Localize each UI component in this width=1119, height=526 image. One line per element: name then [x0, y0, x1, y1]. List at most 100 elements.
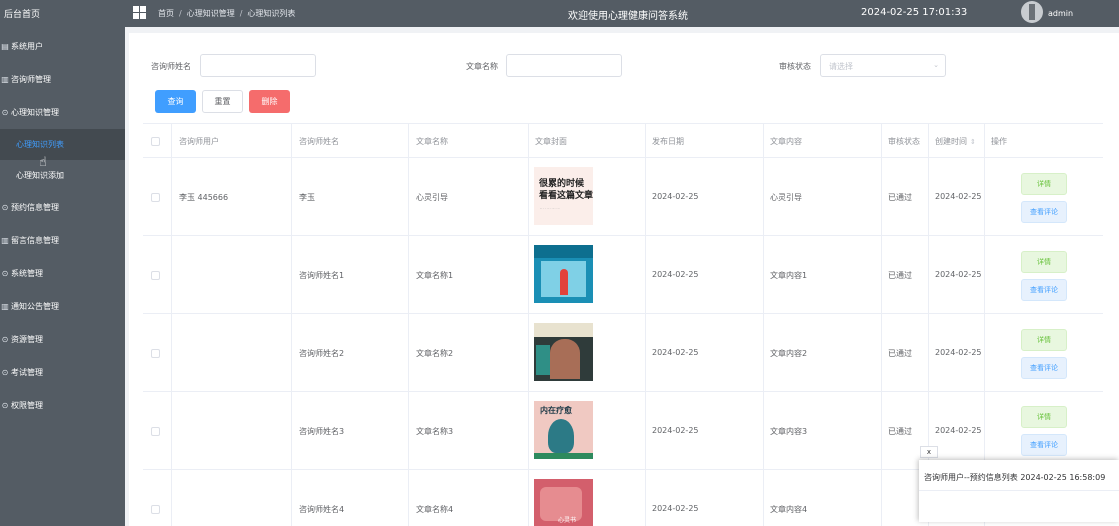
cover-title: 心灵书: [558, 517, 577, 524]
sidebar-subitem-knowledge-list[interactable]: 心理知识列表: [0, 129, 125, 160]
detail-button[interactable]: 详情: [1021, 251, 1067, 273]
col-counselor-user: 咨询师用户: [179, 137, 219, 146]
col-article-content: 文章内容: [770, 137, 802, 146]
detail-button[interactable]: 详情: [1021, 406, 1067, 428]
detail-button[interactable]: 详情: [1021, 173, 1067, 195]
cell-publish-date: 2024-02-25: [652, 426, 699, 435]
cell-counselor-name: 咨询师姓名3: [299, 427, 345, 436]
select-all-checkbox[interactable]: [151, 137, 160, 146]
sidebar-item-knowledge[interactable]: ⊙ 心理知识管理: [0, 96, 125, 129]
article-name-input[interactable]: [506, 54, 622, 77]
review-status-select[interactable]: 请选择 ⌄: [820, 54, 946, 77]
view-comments-button[interactable]: 查看评论: [1021, 201, 1067, 223]
sidebar-item-system[interactable]: ⊙ 系统管理: [0, 257, 125, 290]
settings-icon: ⊙: [1, 269, 9, 278]
cell-counselor-name: 咨询师姓名4: [299, 505, 345, 514]
article-cover-image[interactable]: 心灵书: [534, 479, 593, 526]
col-review-status: 审核状态: [888, 137, 920, 146]
col-article-cover: 文章封面: [535, 137, 567, 146]
review-status-label: 审核状态: [779, 62, 811, 71]
cell-article-name: 文章名称4: [416, 505, 454, 514]
cell-article-content: 文章内容2: [770, 349, 808, 358]
view-comments-button[interactable]: 查看评论: [1021, 357, 1067, 379]
sidebar-subitem-knowledge-add[interactable]: 心理知识添加: [0, 160, 125, 191]
article-cover-image[interactable]: 内在疗愈: [534, 401, 593, 459]
detail-button[interactable]: 详情: [1021, 329, 1067, 351]
cell-counselor-name: 咨询师姓名2: [299, 349, 345, 358]
row-checkbox[interactable]: [151, 193, 160, 202]
query-button[interactable]: 查询: [155, 90, 196, 113]
lock-icon: ⊙: [1, 401, 9, 410]
cell-review-status: 已通过: [888, 193, 912, 202]
cover-title: 很累的时候 看看这篇文章: [539, 179, 593, 201]
breadcrumb-home[interactable]: 首页: [158, 9, 174, 18]
message-icon: ▥: [1, 236, 9, 245]
sidebar-item-message[interactable]: ▥ 留言信息管理: [0, 224, 125, 257]
cell-article-name: 文章名称3: [416, 427, 454, 436]
menu-toggle-icon[interactable]: [133, 6, 146, 19]
sidebar-item-resource[interactable]: ⊙ 资源管理: [0, 323, 125, 356]
table-row: 咨询师姓名2 文章名称2 2024-02-25 文章内容2 已通过 2024-0…: [143, 314, 1103, 392]
sidebar-item-counselor[interactable]: ▥ 咨询师管理: [0, 63, 125, 96]
table-row: 咨询师姓名1 文章名称1 2024-02-25 文章内容1 已通过 2024-0…: [143, 236, 1103, 314]
cell-article-name: 心灵引导: [416, 193, 448, 202]
cell-publish-date: 2024-02-25: [652, 192, 699, 201]
cell-counselor-name: 咨询师姓名1: [299, 271, 345, 280]
pointer-cursor-icon: ☝: [39, 155, 47, 170]
cell-created-time: 2024-02-25 16: [935, 270, 984, 279]
top-header: 首页 / 心理知识管理 / 心理知识列表 欢迎使用心理健康问答系统 2024-02-25…: [125, 0, 1119, 27]
row-checkbox[interactable]: [151, 505, 160, 514]
sidebar: 后台首页 ▤ 系统用户 ▥ 咨询师管理 ⊙ 心理知识管理 心理知识列表 心理知识…: [0, 0, 125, 526]
cell-article-content: 文章内容3: [770, 427, 808, 436]
sidebar-item-appointment[interactable]: ⊙ 预约信息管理: [0, 191, 125, 224]
sidebar-item-label: 考试管理: [11, 368, 43, 377]
sidebar-item-label: 留言信息管理: [11, 236, 59, 245]
counselor-name-input[interactable]: [200, 54, 316, 77]
view-comments-button[interactable]: 查看评论: [1021, 279, 1067, 301]
sidebar-item-permission[interactable]: ⊙ 权限管理: [0, 389, 125, 422]
cell-review-status: 已通过: [888, 427, 912, 436]
chevron-down-icon: ⌄: [933, 61, 939, 69]
sidebar-item-label: 资源管理: [11, 335, 43, 344]
folder-icon: ▥: [1, 75, 9, 84]
row-checkbox[interactable]: [151, 349, 160, 358]
cell-created-time: 2024-02-25 16: [935, 426, 984, 435]
delete-button[interactable]: 删除: [249, 90, 290, 113]
counselor-name-label: 咨询师姓名: [151, 62, 191, 71]
col-publish-date: 发布日期: [652, 137, 684, 146]
cover-title: 内在疗愈: [540, 406, 572, 415]
cell-article-content: 心灵引导: [770, 193, 802, 202]
sidebar-item-label: 咨询师管理: [11, 75, 51, 84]
row-checkbox[interactable]: [151, 271, 160, 280]
cell-publish-date: 2024-02-25: [652, 348, 699, 357]
col-article-name: 文章名称: [416, 137, 448, 146]
col-counselor-name: 咨询师姓名: [299, 137, 339, 146]
col-created-time[interactable]: 创建时间 ⇕: [935, 136, 976, 147]
breadcrumb-section[interactable]: 心理知识管理: [187, 9, 235, 18]
sidebar-item-notice[interactable]: ▥ 通知公告管理: [0, 290, 125, 323]
bell-icon: ▥: [1, 302, 9, 311]
cell-created-time: 2024-02-25 16: [935, 192, 984, 201]
exam-icon: ⊙: [1, 368, 9, 377]
breadcrumb: 首页 / 心理知识管理 / 心理知识列表: [158, 9, 296, 18]
article-cover-image[interactable]: [534, 323, 593, 381]
view-comments-button[interactable]: 查看评论: [1021, 434, 1067, 456]
article-name-label: 文章名称: [466, 62, 498, 71]
article-cover-image[interactable]: [534, 245, 593, 303]
sidebar-item-system-users[interactable]: ▤ 系统用户: [0, 30, 125, 63]
select-placeholder: 请选择: [829, 62, 853, 71]
notification-popup[interactable]: 咨询师用户--预约信息列表 2024-02-25 16:58:09: [919, 460, 1119, 522]
reset-button[interactable]: 重置: [202, 90, 243, 113]
notification-close-button[interactable]: x: [920, 446, 938, 458]
actions-column: 详情 查看评论 详情 查看评论 详情 查看评论 详情 查看评论: [985, 0, 1104, 526]
sidebar-item-exam[interactable]: ⊙ 考试管理: [0, 356, 125, 389]
sidebar-home[interactable]: 后台首页: [0, 0, 125, 30]
article-cover-image[interactable]: 很累的时候 看看这篇文章 -- - - -- - -- - --: [534, 167, 593, 225]
sort-icon: ⇕: [970, 138, 976, 146]
table-row: 李玉 445666 李玉 心灵引导 很累的时候 看看这篇文章 -- - - -- …: [143, 158, 1103, 236]
row-checkbox[interactable]: [151, 427, 160, 436]
sidebar-item-label: 通知公告管理: [11, 302, 59, 311]
cell-article-name: 文章名称2: [416, 349, 454, 358]
table-row: 咨询师姓名3 文章名称3 内在疗愈 2024-02-25 文章内容3 已通过 2…: [143, 392, 1103, 470]
sidebar-item-label: 权限管理: [11, 401, 43, 410]
